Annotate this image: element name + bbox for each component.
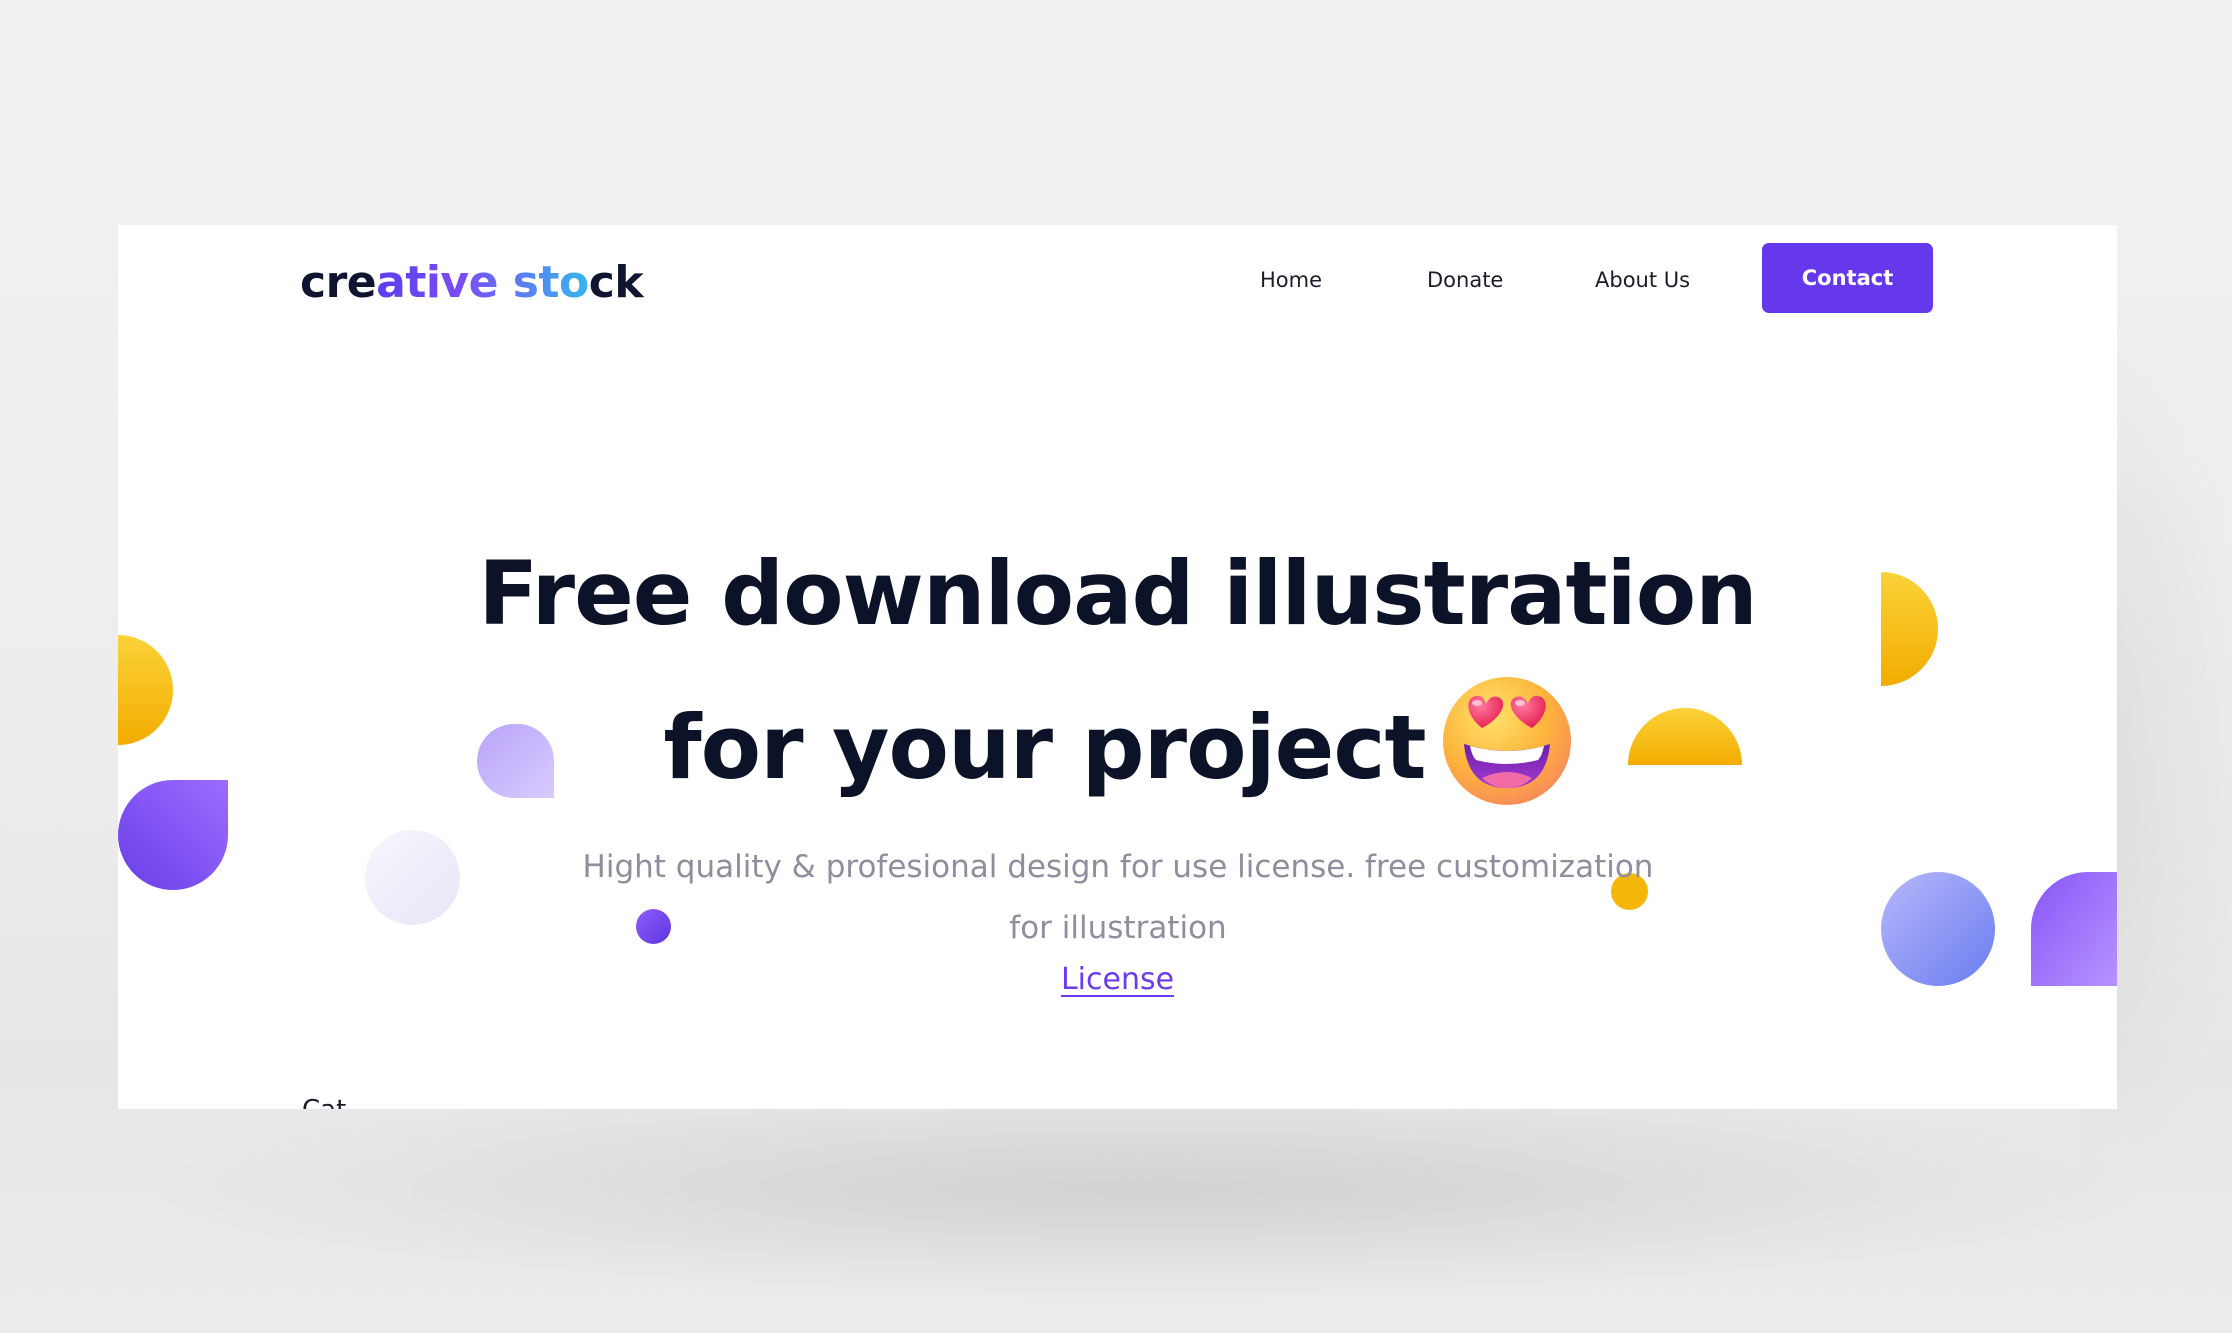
hero-title: Free download illustration for your proj… (118, 517, 2117, 825)
pale-circle-shape (365, 830, 460, 925)
website-page: creative stock Home Donate About Us Cont… (118, 225, 2117, 1109)
nav-link-about-us[interactable]: About Us (1595, 265, 1690, 295)
hero-subtitle: Hight quality & profesional design for u… (582, 849, 1654, 946)
brand-logo[interactable]: creative stock (300, 253, 644, 313)
logo-text-part1: cre (300, 257, 377, 308)
page-drop-shadow (160, 1080, 2140, 1300)
license-link-wrapper: License (118, 960, 2117, 1000)
nav-link-donate[interactable]: Donate (1427, 265, 1503, 295)
logo-text-part3: ck (588, 257, 644, 308)
smiling-face-with-heart-eyes-icon (1442, 676, 1572, 806)
logo-text-part2: ative sto (376, 257, 589, 308)
nav-link-home[interactable]: Home (1260, 265, 1322, 295)
hero-title-line-2: for your project (118, 671, 2117, 825)
hero-title-line-2-text: for your project (663, 696, 1426, 799)
hero-title-line-1: Free download illustration (478, 542, 1758, 645)
license-link[interactable]: License (1061, 962, 1174, 997)
contact-button[interactable]: Contact (1762, 243, 1933, 313)
next-section-heading: Cat (302, 1095, 346, 1109)
